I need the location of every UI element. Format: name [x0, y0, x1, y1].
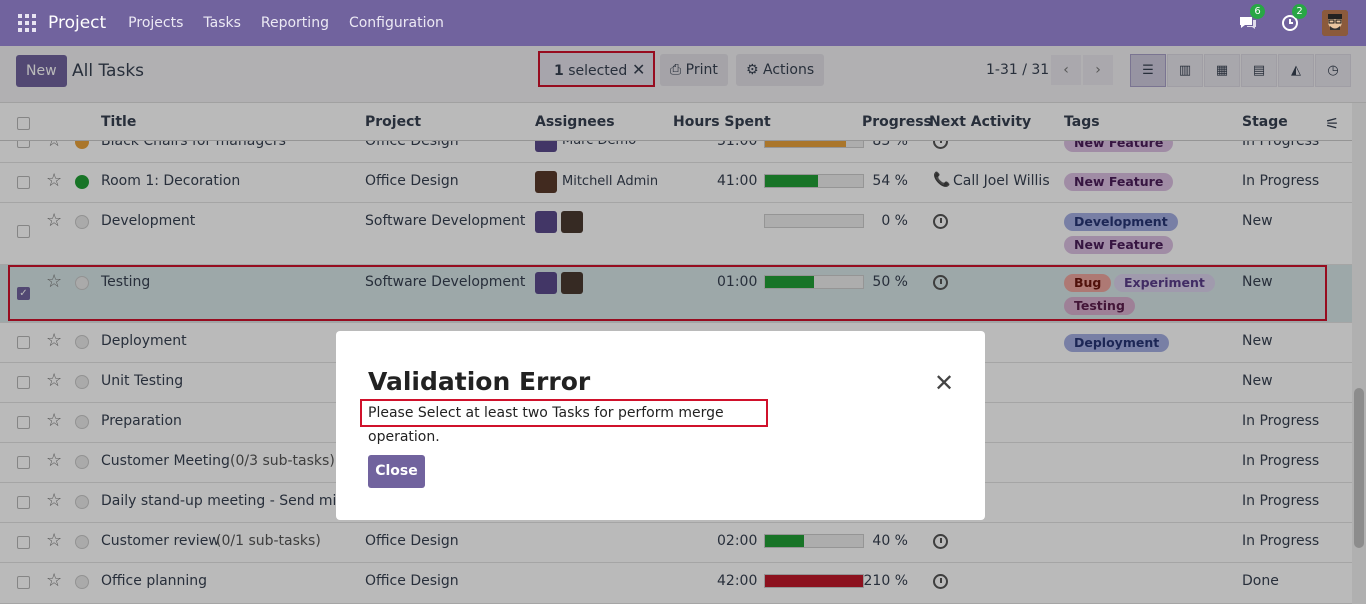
menu-tasks[interactable]: Tasks — [203, 15, 241, 31]
menu-reporting[interactable]: Reporting — [261, 15, 329, 31]
close-button[interactable]: Close — [368, 455, 425, 488]
main-menu: Projects Tasks Reporting Configuration — [118, 15, 454, 31]
close-icon[interactable]: ✕ — [934, 371, 954, 395]
activity-clock-icon[interactable]: 2 — [1280, 4, 1307, 33]
modal-backdrop — [0, 46, 1366, 604]
apps-menu-icon[interactable] — [18, 14, 36, 32]
menu-configuration[interactable]: Configuration — [349, 15, 444, 31]
chat-badge: 6 — [1250, 4, 1265, 19]
top-navbar: Project Projects Tasks Reporting Configu… — [0, 0, 1366, 46]
dialog-title: Validation Error — [368, 367, 591, 396]
chat-icon[interactable]: 6 — [1238, 4, 1265, 33]
user-avatar[interactable] — [1322, 10, 1348, 36]
validation-error-dialog: Validation Error ✕ Please Select at leas… — [336, 331, 985, 520]
dialog-message: Please Select at least two Tasks for per… — [360, 399, 768, 445]
app-brand[interactable]: Project — [48, 13, 106, 33]
activity-badge: 2 — [1292, 4, 1307, 19]
menu-projects[interactable]: Projects — [128, 15, 183, 31]
